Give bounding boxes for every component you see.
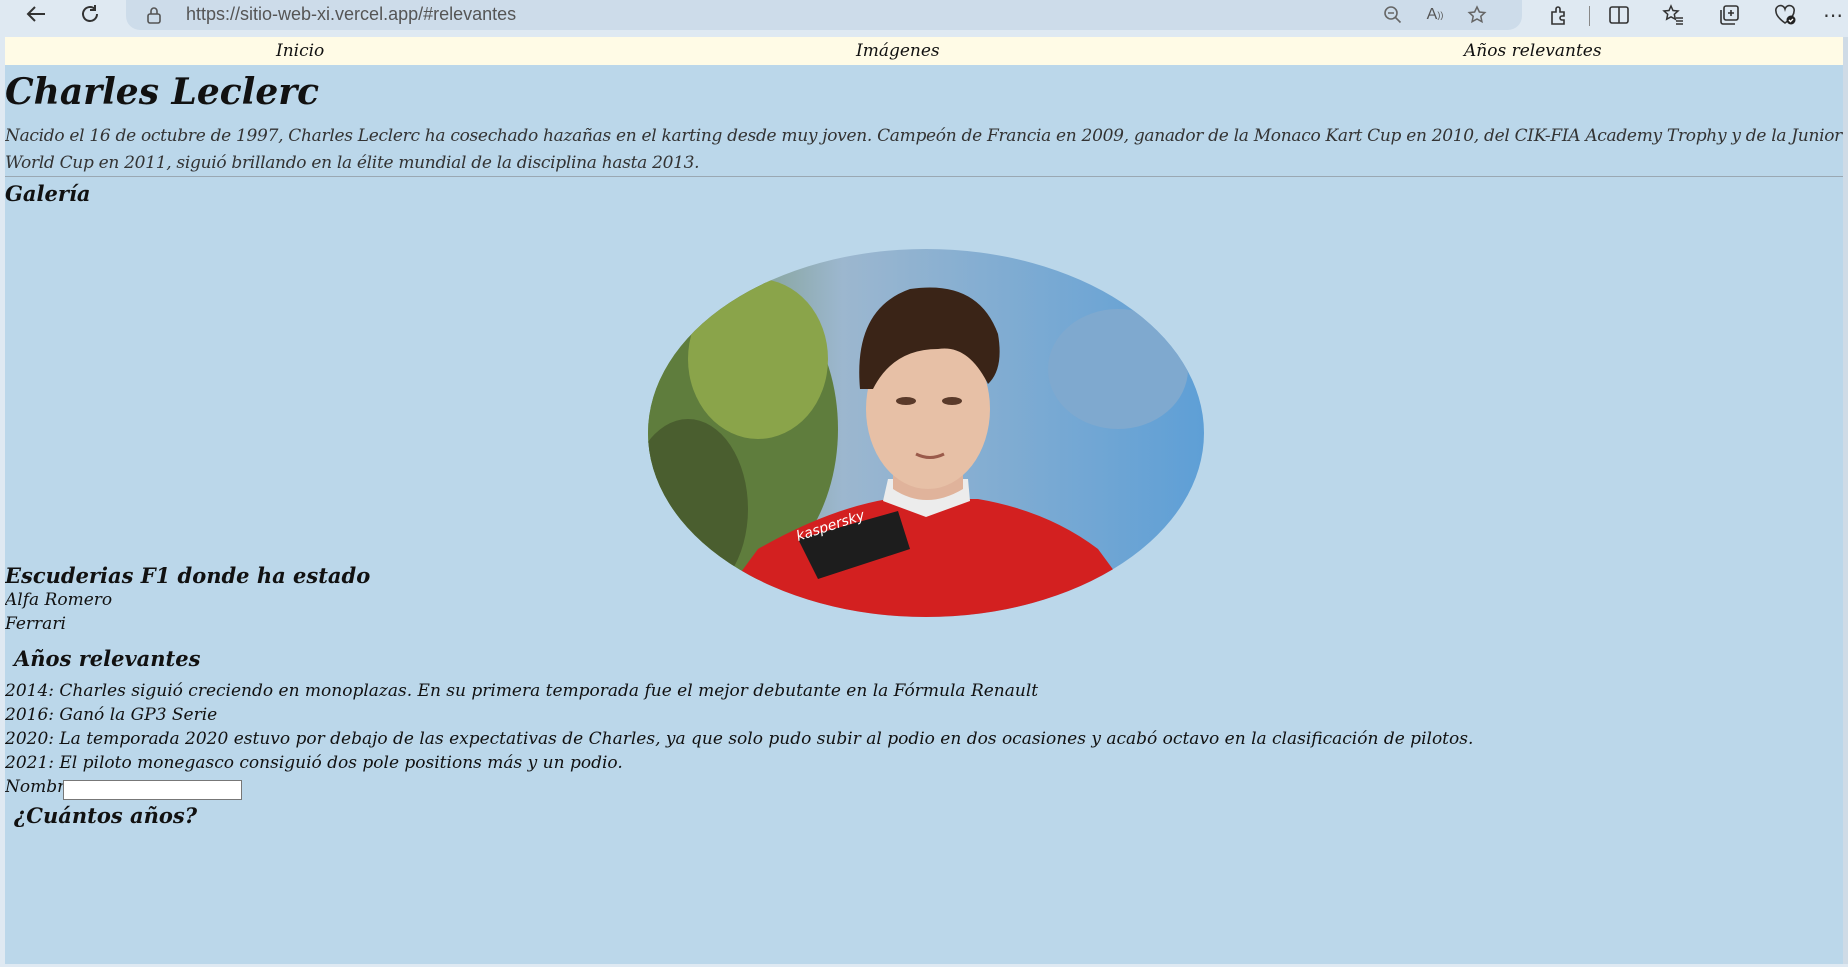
favorites-icon[interactable] xyxy=(1660,2,1686,28)
collections-icon[interactable] xyxy=(1716,2,1742,28)
year-item: 2016: Ganó la GP3 Serie xyxy=(5,705,218,725)
year-item: 2020: La temporada 2020 estuvo por debaj… xyxy=(5,729,1474,749)
next-heading: ¿Cuántos años? xyxy=(14,803,198,828)
top-navigation: Inicio Imágenes Años relevantes xyxy=(5,37,1848,65)
year-item: 2014: Charles siguió creciendo en monopl… xyxy=(5,681,1039,701)
read-aloud-icon[interactable]: A)) xyxy=(1422,2,1448,28)
name-input[interactable] xyxy=(63,780,242,800)
nav-link-imagenes[interactable]: Imágenes xyxy=(856,41,940,61)
divider xyxy=(5,176,1848,177)
extensions-icon[interactable] xyxy=(1546,2,1572,28)
more-icon[interactable]: ⋯ xyxy=(1820,2,1846,28)
page-title: Charles Leclerc xyxy=(5,71,320,113)
refresh-icon[interactable] xyxy=(72,0,108,28)
nav-link-inicio[interactable]: Inicio xyxy=(276,41,324,61)
teams-heading: Escuderias F1 donde ha estado xyxy=(5,563,371,588)
browser-essentials-icon[interactable] xyxy=(1772,2,1798,28)
toolbar-divider xyxy=(1589,6,1590,26)
nav-link-anos-relevantes[interactable]: Años relevantes xyxy=(1464,41,1602,61)
browser-toolbar: https://sitio-web-xi.vercel.app/#relevan… xyxy=(0,0,1848,37)
lock-icon[interactable] xyxy=(146,6,162,28)
team-item: Alfa Romero xyxy=(5,590,113,610)
driver-photo: kaspersky xyxy=(648,249,1204,617)
split-screen-icon[interactable] xyxy=(1606,2,1632,28)
team-item: Ferrari xyxy=(5,614,66,634)
vertical-scrollbar[interactable] xyxy=(1843,37,1848,964)
intro-paragraph: Nacido el 16 de octubre de 1997, Charles… xyxy=(5,126,1843,173)
years-heading: Años relevantes xyxy=(14,646,201,671)
favorite-star-icon[interactable] xyxy=(1464,2,1490,28)
year-item: 2021: El piloto monegasco consiguió dos … xyxy=(5,753,623,773)
url-text[interactable]: https://sitio-web-xi.vercel.app/#relevan… xyxy=(186,4,516,25)
web-page: Inicio Imágenes Años relevantes Charles … xyxy=(5,37,1848,964)
gallery-heading: Galería xyxy=(5,181,91,206)
back-icon[interactable] xyxy=(18,0,54,28)
address-bar[interactable]: https://sitio-web-xi.vercel.app/#relevan… xyxy=(126,0,1522,30)
zoom-out-icon[interactable] xyxy=(1380,2,1406,28)
